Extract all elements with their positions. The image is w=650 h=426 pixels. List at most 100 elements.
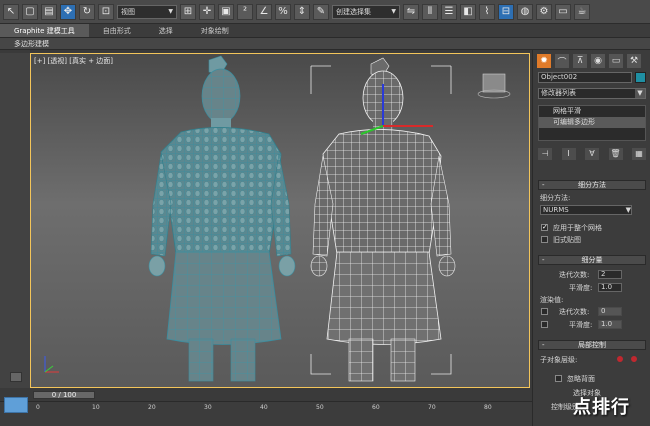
sub-object-level-label: 子对象层级:: [540, 356, 578, 364]
tick-label: 10: [92, 404, 100, 411]
modifier-list-dropdown[interactable]: 修改器列表 ▼: [538, 88, 646, 99]
utilities-tab-icon[interactable]: ⚒: [627, 54, 641, 68]
motion-tab-icon[interactable]: ◉: [591, 54, 605, 68]
tab-freeform[interactable]: 自由形式: [89, 24, 145, 37]
material-editor-icon[interactable]: ◍: [517, 3, 533, 20]
left-dock-strip: [0, 53, 30, 388]
render-iterations-checkbox[interactable]: [541, 308, 548, 315]
axis-tripod-icon: [44, 356, 59, 373]
chevron-down-icon: ▼: [635, 89, 645, 98]
tick-label: 70: [428, 404, 436, 411]
tick-label: 80: [484, 404, 492, 411]
site-watermark: 点排行: [573, 397, 630, 418]
pivot-icon[interactable]: ⊞: [180, 3, 196, 20]
schematic-view-icon[interactable]: ⊟: [498, 3, 514, 20]
old-style-mapping-label: 旧式贴图: [553, 236, 581, 244]
vertex-level-icon[interactable]: [617, 356, 623, 362]
rollout-subdivision-method[interactable]: - 细分方法: [538, 180, 646, 190]
stack-item-meshsmooth[interactable]: 网格平滑: [539, 106, 645, 117]
render-iterations-spinner[interactable]: 0: [598, 307, 622, 316]
apply-whole-mesh-checkbox[interactable]: ✓: [541, 224, 548, 231]
smoothed-warrior-figure: [148, 55, 296, 382]
scene-render: [44, 55, 511, 382]
rotate-icon[interactable]: ↻: [79, 3, 95, 20]
angle-snap-icon[interactable]: ∠: [256, 3, 272, 20]
keyboard-shortcut-icon[interactable]: ▣: [218, 3, 234, 20]
stack-item-editable-poly[interactable]: 可编辑多边形: [539, 117, 645, 128]
render-values-label: 渲染值:: [540, 296, 564, 304]
subdivision-method-label: 细分方法:: [540, 194, 571, 202]
move-icon[interactable]: ✥: [60, 3, 76, 20]
rollout-local-control-title: 局部控制: [578, 341, 606, 349]
ribbon-polygon-modeling[interactable]: 多边形建模: [0, 38, 650, 50]
render-iterations-label: 迭代次数:: [559, 308, 590, 316]
edge-level-icon[interactable]: [631, 356, 637, 362]
time-slider[interactable]: 0 / 100: [33, 391, 95, 399]
select-cursor-icon[interactable]: ↖: [3, 3, 19, 20]
tick-label: 40: [260, 404, 268, 411]
object-name-field[interactable]: Object002: [538, 72, 632, 83]
align-icon[interactable]: ⫴: [422, 3, 438, 20]
rendered-frame-icon[interactable]: ▭: [555, 3, 571, 20]
reference-coord-dropdown[interactable]: 视图 ▼: [117, 4, 177, 19]
command-panel-tabs: ✹ ⌒ ⊼ ◉ ▭ ⚒: [537, 54, 641, 68]
rollout-subdivision-amount[interactable]: - 细分量: [538, 255, 646, 265]
tab-selection[interactable]: 选择: [145, 24, 187, 37]
timeline-bar: [30, 390, 530, 400]
pin-stack-icon[interactable]: ⊣: [538, 148, 552, 160]
snap-2d-icon[interactable]: ²: [237, 3, 253, 20]
named-selection-value: 创建选择集: [336, 7, 371, 16]
subdivision-method-dropdown[interactable]: NURMS ▼: [540, 205, 632, 215]
object-color-swatch[interactable]: [635, 72, 646, 83]
render-smoothness-checkbox[interactable]: [541, 321, 548, 328]
iterations-label: 迭代次数:: [559, 271, 590, 279]
modifier-list-label: 修改器列表: [541, 89, 576, 97]
named-selection-dropdown[interactable]: 创建选择集 ▼: [332, 4, 400, 19]
chevron-down-icon: ▼: [625, 206, 631, 214]
select-manipulate-icon[interactable]: ✛: [199, 3, 215, 20]
rollout-local-control[interactable]: - 局部控制: [538, 340, 646, 350]
graphite-toggle-icon[interactable]: ◧: [460, 3, 476, 20]
edit-named-sel-icon[interactable]: ✎: [313, 3, 329, 20]
curve-editor-icon[interactable]: ⌇: [479, 3, 495, 20]
iterations-spinner[interactable]: 2: [598, 270, 622, 279]
ignore-backfacing-checkbox[interactable]: [555, 375, 562, 382]
render-teapot-icon[interactable]: ☕: [574, 3, 590, 20]
command-panel: ✹ ⌒ ⊼ ◉ ▭ ⚒ Object002 修改器列表 ▼ 网格平滑 可编辑多边形…: [532, 50, 650, 426]
main-toolbar: ↖ ▢ ▤ ✥ ↻ ⊡ 视图 ▼ ⊞ ✛ ▣ ² ∠ % ⇕ ✎ 创建选择集 ▼ ⇋…: [0, 0, 650, 24]
app-logo-icon[interactable]: [4, 397, 28, 413]
tick-label: 60: [372, 404, 380, 411]
display-tab-icon[interactable]: ▭: [609, 54, 623, 68]
ribbon-tabs: Graphite 建模工具 自由形式 选择 对象绘制: [0, 24, 650, 38]
hierarchy-tab-icon[interactable]: ⊼: [573, 54, 587, 68]
modify-tab-icon[interactable]: ⌒: [555, 54, 569, 68]
layer-manager-icon[interactable]: ☰: [441, 3, 457, 20]
configure-sets-icon[interactable]: ▦: [632, 148, 646, 160]
show-end-result-icon[interactable]: Ⅰ: [561, 148, 576, 160]
viewport-scroll-control[interactable]: [10, 372, 22, 382]
stack-tools: ⊣ Ⅰ ∀ 🗑 ▦: [538, 148, 646, 160]
percent-snap-icon[interactable]: %: [275, 3, 291, 20]
tab-object-paint[interactable]: 对象绘制: [187, 24, 243, 37]
tab-graphite-modeling[interactable]: Graphite 建模工具: [0, 24, 89, 37]
select-by-name-icon[interactable]: ▤: [41, 3, 57, 20]
perspective-viewport[interactable]: [+] [透视] [真实 + 边面]: [30, 53, 530, 388]
ignore-backfacing-label: 忽略背面: [567, 375, 595, 383]
make-unique-icon[interactable]: ∀: [585, 148, 599, 160]
spinner-snap-icon[interactable]: ⇕: [294, 3, 310, 20]
render-smoothness-label: 平滑度:: [569, 321, 593, 329]
render-setup-icon[interactable]: ⚙: [536, 3, 552, 20]
tick-label: 30: [204, 404, 212, 411]
smoothness-label: 平滑度:: [569, 284, 593, 292]
mirror-icon[interactable]: ⇋: [403, 3, 419, 20]
remove-modifier-icon[interactable]: 🗑: [608, 148, 623, 160]
wireframe-warrior-figure: [310, 57, 456, 382]
rollout-subdivision-amount-title: 细分量: [581, 256, 603, 264]
select-region-icon[interactable]: ▢: [22, 3, 38, 20]
tick-label: 20: [148, 404, 156, 411]
create-tab-icon[interactable]: ✹: [537, 54, 551, 68]
scale-icon[interactable]: ⊡: [98, 3, 114, 20]
render-smoothness-spinner[interactable]: 1.0: [598, 320, 622, 329]
smoothness-spinner[interactable]: 1.0: [598, 283, 622, 292]
old-style-mapping-checkbox[interactable]: [541, 236, 548, 243]
